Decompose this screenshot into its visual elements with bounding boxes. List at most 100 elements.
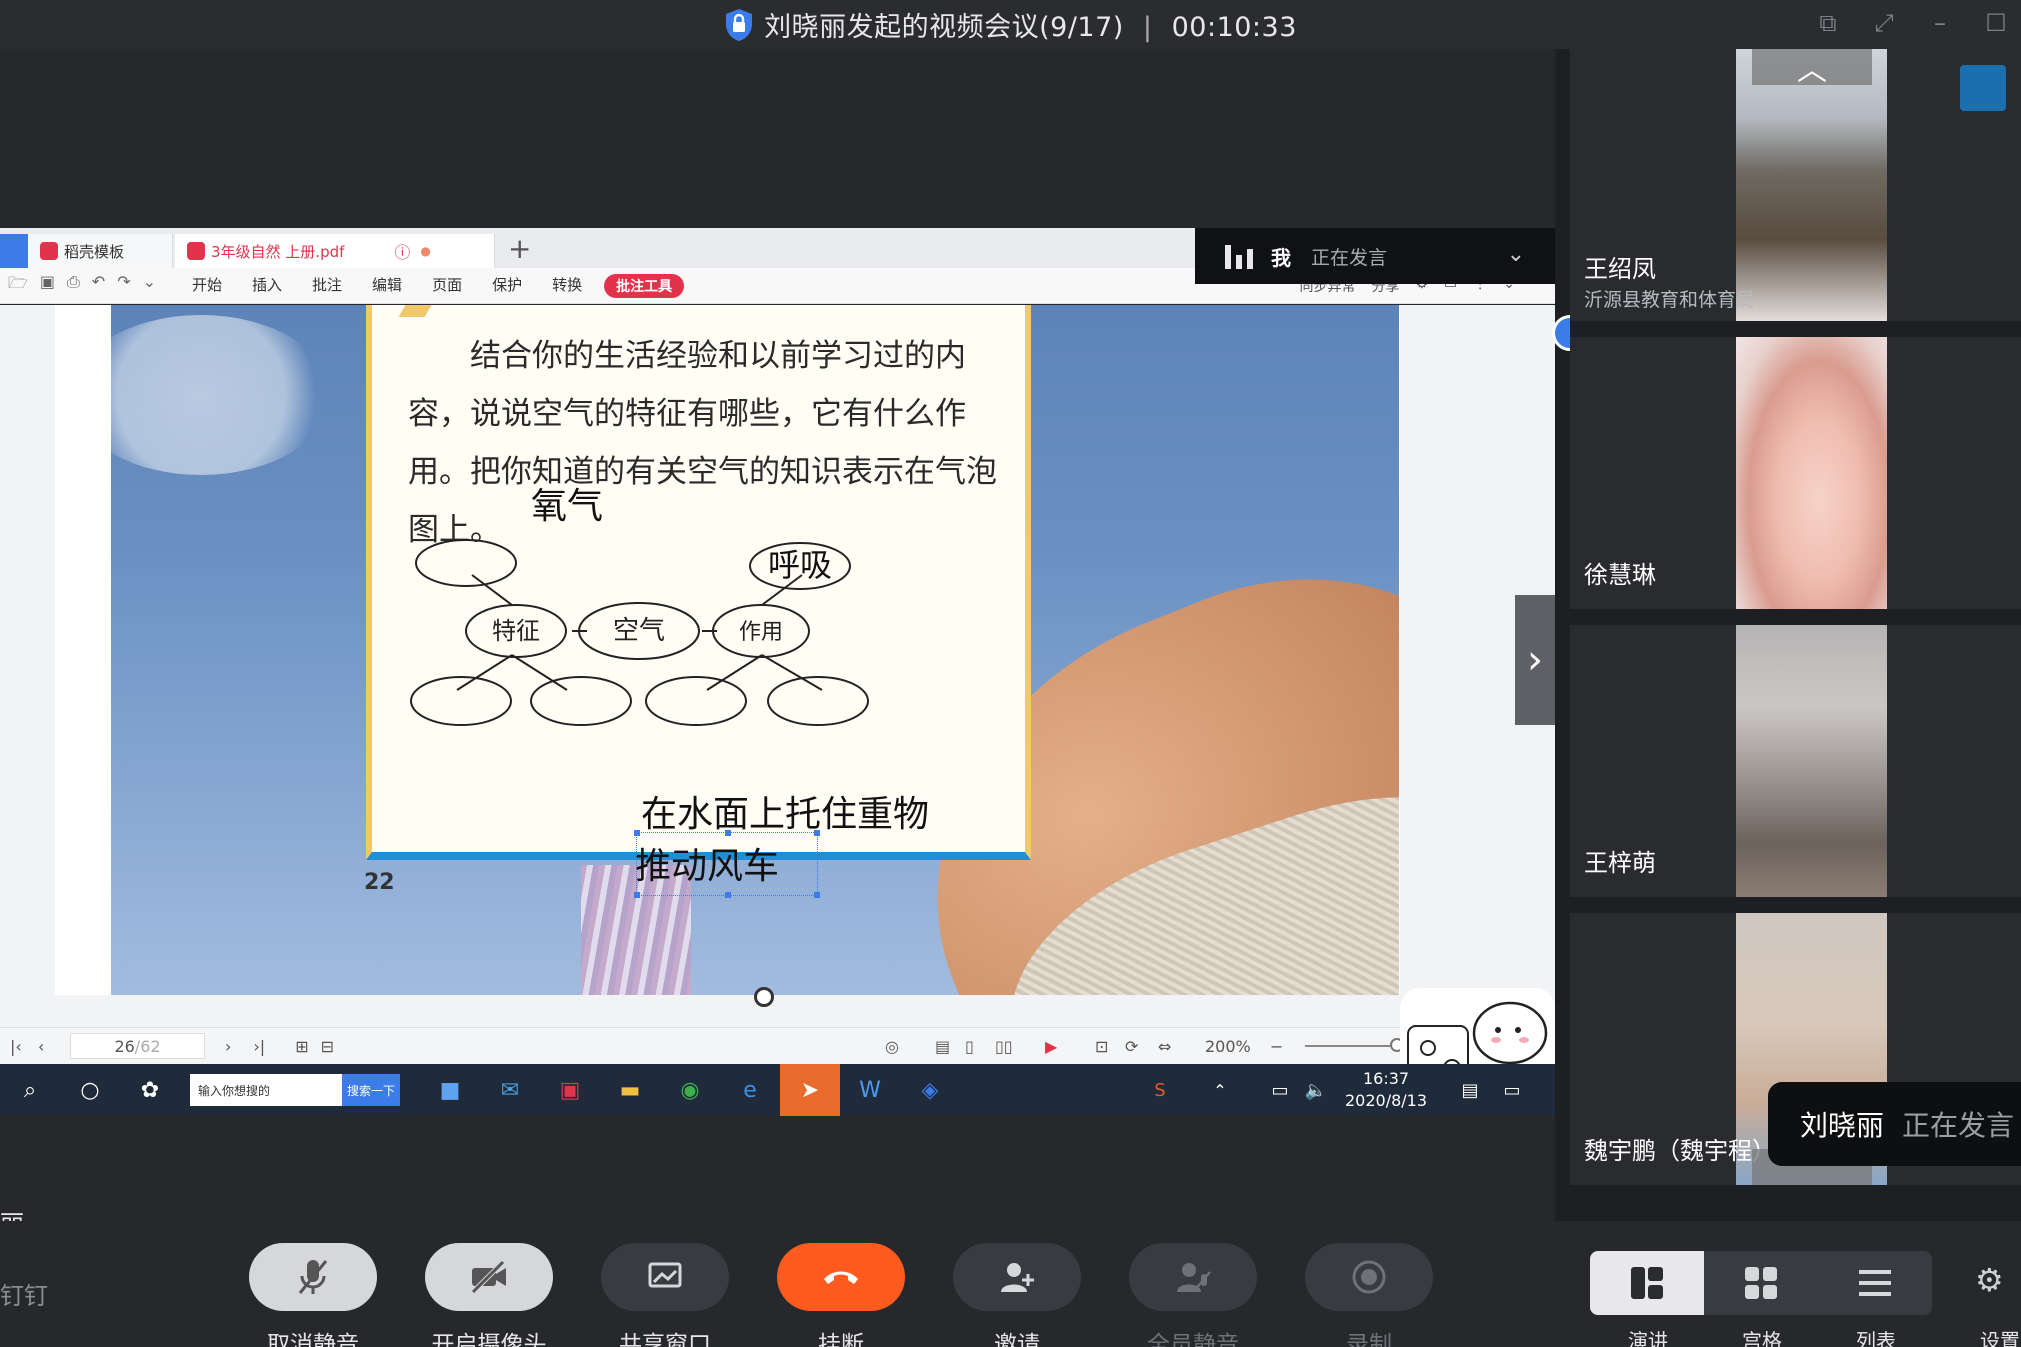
view-list-button[interactable] bbox=[1818, 1251, 1932, 1315]
document-viewport[interactable]: 结合你的生活经验和以前学习过的内容，说说空气的特征有哪些，它有什么作用。把你知道… bbox=[0, 305, 1588, 1032]
view-speaker-button[interactable] bbox=[1590, 1251, 1704, 1315]
menu-insert[interactable]: 插入 bbox=[252, 274, 282, 298]
record-control[interactable]: 录制 bbox=[1305, 1243, 1433, 1347]
first-page-icon[interactable]: |‹ bbox=[10, 1037, 22, 1056]
annotation-oxygen[interactable]: 氧气 bbox=[531, 477, 603, 529]
undo-icon[interactable]: ↶ bbox=[92, 272, 105, 299]
folder-icon[interactable]: ▬ bbox=[600, 1064, 660, 1116]
camera-control[interactable]: 开启摄像头 bbox=[425, 1243, 553, 1347]
wps-home-tab[interactable] bbox=[0, 234, 28, 268]
mail-icon[interactable]: ✉ bbox=[480, 1064, 540, 1116]
start-camera-button[interactable] bbox=[425, 1243, 553, 1311]
next-page-arrow-icon[interactable]: › bbox=[1515, 595, 1555, 725]
zoom-level[interactable]: 200% bbox=[1205, 1037, 1251, 1056]
mute-all-label: 全员静音 bbox=[1147, 1332, 1239, 1347]
record-label: 录制 bbox=[1346, 1332, 1392, 1347]
chevron-down-icon[interactable]: ⌄ bbox=[1507, 242, 1525, 267]
unsaved-dot-icon: ● bbox=[420, 244, 431, 258]
menu-protect[interactable]: 保护 bbox=[492, 274, 522, 298]
record-button[interactable] bbox=[1305, 1243, 1433, 1311]
play-icon[interactable]: ▶ bbox=[1045, 1037, 1057, 1056]
hangup-control[interactable]: 挂断 bbox=[777, 1243, 905, 1347]
open-folder-icon[interactable]: 🗁 bbox=[8, 272, 28, 299]
drag-handle-icon[interactable] bbox=[754, 987, 774, 1007]
annotation-selection-box[interactable] bbox=[634, 830, 820, 898]
next-page-icon[interactable]: › bbox=[225, 1037, 231, 1056]
save-icon[interactable]: ▣ bbox=[40, 272, 55, 299]
eye-protect-icon[interactable]: ◎ bbox=[885, 1037, 899, 1056]
menu-comment[interactable]: 批注 bbox=[312, 274, 342, 298]
windows-taskbar: ⌕ ○ ✿ 输入你想搜的 搜索一下 ■ ✉ ▣ ▬ ◉ e ➤ W ◈ S ⌃ … bbox=[0, 1064, 1555, 1116]
dingtalk-taskbar-icon[interactable]: ➤ bbox=[780, 1064, 840, 1116]
search-icon[interactable]: ⌕ bbox=[0, 1064, 60, 1116]
prev-page-icon[interactable]: ‹ bbox=[38, 1037, 44, 1056]
tab-label: 稻壳模板 bbox=[64, 242, 125, 261]
participant-video bbox=[1736, 337, 1887, 609]
cortana-icon[interactable]: ○ bbox=[60, 1064, 120, 1116]
tab-pdf-document[interactable]: 3年级自然 上册.pdf ⓘ ● bbox=[175, 234, 495, 268]
taskbar-search-button[interactable]: 搜索一下 bbox=[342, 1074, 400, 1106]
tray-expand-icon[interactable]: ⌃ bbox=[1190, 1064, 1250, 1116]
speaking-indicator-bar[interactable]: 我 正在发言 ⌄ bbox=[1195, 228, 1555, 284]
share-window-label: 共享窗口 bbox=[619, 1332, 711, 1347]
two-page-icon[interactable]: ▯▯ bbox=[995, 1037, 1013, 1056]
invite-control[interactable]: 邀请 bbox=[953, 1243, 1081, 1347]
scroll-up-icon[interactable]: ︿ bbox=[1752, 49, 1872, 88]
browser-360-icon[interactable]: ◉ bbox=[660, 1064, 720, 1116]
layout-icon[interactable]: ⧉ bbox=[1813, 8, 1843, 38]
fullscreen-icon[interactable]: ⤢ bbox=[1869, 8, 1899, 38]
tab-docer-templates[interactable]: 稻壳模板 bbox=[28, 234, 173, 268]
menu-annotation-tools[interactable]: 批注工具 bbox=[604, 273, 685, 298]
view-grid-button[interactable] bbox=[1704, 1251, 1818, 1315]
taskbar-clock[interactable]: 16:37 2020/8/13 bbox=[1345, 1068, 1427, 1112]
single-page-icon[interactable]: ▯ bbox=[965, 1037, 974, 1056]
notification-icon[interactable]: ▭ bbox=[1482, 1064, 1542, 1116]
fit-page-icon[interactable]: ⊞ bbox=[295, 1037, 308, 1056]
list-layout-icon bbox=[1859, 1270, 1891, 1296]
participant-tile[interactable]: 徐慧琳 bbox=[1570, 337, 2021, 609]
mute-all-button[interactable] bbox=[1129, 1243, 1257, 1311]
menu-start[interactable]: 开始 bbox=[192, 274, 222, 298]
menu-edit[interactable]: 编辑 bbox=[372, 274, 402, 298]
rotate-icon[interactable]: ⟳ bbox=[1125, 1037, 1138, 1056]
export-icon[interactable]: ⊟ bbox=[321, 1037, 334, 1056]
window-controls: ⧉ ⤢ – ☐ bbox=[1813, 8, 2011, 38]
actual-size-icon[interactable]: ⊡ bbox=[1095, 1037, 1108, 1056]
mute-all-control[interactable]: 全员静音 bbox=[1129, 1243, 1257, 1347]
last-page-icon[interactable]: ›| bbox=[253, 1037, 265, 1056]
document-page: 结合你的生活经验和以前学习过的内容，说说空气的特征有哪些，它有什么作用。把你知道… bbox=[55, 305, 1588, 995]
hangup-button[interactable] bbox=[777, 1243, 905, 1311]
wps-taskbar-icon[interactable]: W bbox=[840, 1064, 900, 1116]
store-icon[interactable]: ■ bbox=[420, 1064, 480, 1116]
participant-tile[interactable]: 王绍凤 沂源县教育和体育局 ︿ bbox=[1570, 49, 2021, 321]
wps-tab-bar: 稻壳模板 3年级自然 上册.pdf ⓘ ● + bbox=[0, 228, 1195, 268]
maximize-icon[interactable]: ☐ bbox=[1981, 8, 2011, 38]
unmute-control[interactable]: 取消静音 bbox=[249, 1243, 377, 1347]
minimize-icon[interactable]: – bbox=[1925, 8, 1955, 38]
print-icon[interactable]: ⎙ bbox=[67, 272, 80, 299]
lark-icon[interactable]: ◈ bbox=[900, 1064, 960, 1116]
ie-icon[interactable]: e bbox=[720, 1064, 780, 1116]
participant-tile[interactable]: 王梓萌 bbox=[1570, 625, 2021, 897]
redo-icon[interactable]: ↷ bbox=[117, 272, 130, 299]
unmute-button[interactable] bbox=[249, 1243, 377, 1311]
gear-icon[interactable]: ⚙ bbox=[1975, 1261, 2004, 1299]
new-tab-button[interactable]: + bbox=[508, 232, 531, 265]
zoom-out-icon[interactable]: − bbox=[1270, 1037, 1283, 1056]
more-icon[interactable]: ⌄ bbox=[143, 272, 156, 299]
share-window-button[interactable] bbox=[601, 1243, 729, 1311]
menu-convert[interactable]: 转换 bbox=[552, 274, 582, 298]
volume-icon[interactable]: 🔈 bbox=[1286, 1064, 1346, 1116]
share-window-control[interactable]: 共享窗口 bbox=[601, 1243, 729, 1347]
invite-button[interactable] bbox=[953, 1243, 1081, 1311]
reader-icon[interactable]: ▣ bbox=[540, 1064, 600, 1116]
pdf-icon bbox=[187, 242, 205, 260]
continuous-view-icon[interactable]: ▤ bbox=[935, 1037, 950, 1056]
annotation-hold-weight[interactable]: 在水面上托住重物 bbox=[641, 785, 929, 837]
fit-width-icon[interactable]: ⇔ bbox=[1158, 1037, 1171, 1056]
sogou-ime-icon[interactable]: S bbox=[1130, 1064, 1190, 1116]
taskbar-search-input[interactable]: 输入你想搜的 bbox=[190, 1074, 342, 1106]
page-indicator[interactable]: 26 /62 bbox=[70, 1033, 205, 1059]
menu-page[interactable]: 页面 bbox=[432, 274, 462, 298]
app-pinwheel-icon[interactable]: ✿ bbox=[120, 1064, 180, 1116]
